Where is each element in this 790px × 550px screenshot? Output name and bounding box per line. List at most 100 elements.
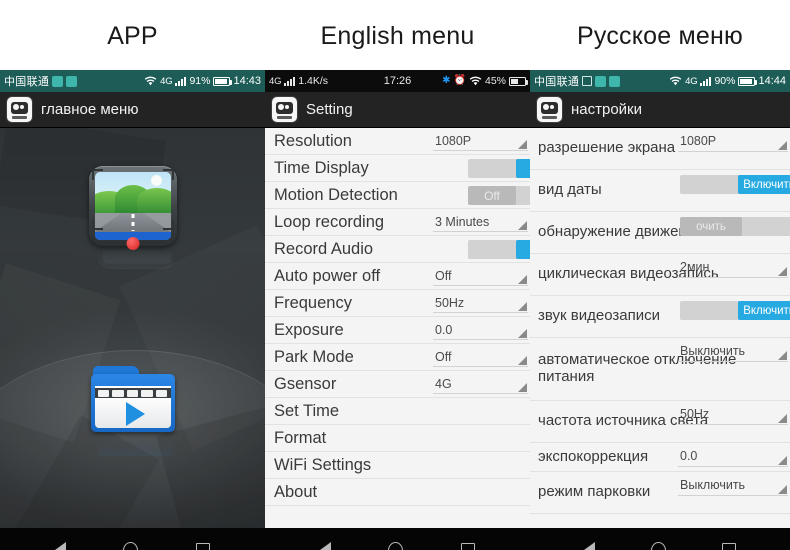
- home-icon[interactable]: [651, 541, 666, 550]
- settings-row-value: Off: [435, 269, 452, 283]
- settings-row-value: 3 Minutes: [435, 215, 490, 229]
- battery-icon: [738, 76, 758, 86]
- home-icon[interactable]: [388, 541, 404, 550]
- settings-row[interactable]: частота источника света 50Hz: [530, 401, 790, 443]
- settings-row-value: 0.0: [680, 449, 698, 463]
- settings-row-label: Resolution: [274, 131, 352, 150]
- live-view-slot[interactable]: [0, 166, 265, 273]
- settings-row[interactable]: режим парковки Выключить: [530, 472, 790, 514]
- settings-row[interactable]: Resolution 1080P: [265, 128, 530, 155]
- settings-row-label: Set Time: [274, 401, 340, 420]
- settings-row[interactable]: Gsensor 4G: [265, 371, 530, 398]
- settings-row[interactable]: Park Mode Off: [265, 344, 530, 371]
- network-type-label: 4G: [685, 75, 698, 87]
- signal-bars-icon: [175, 76, 187, 86]
- home-icon[interactable]: [123, 541, 139, 550]
- settings-toggle[interactable]: Off: [468, 186, 530, 205]
- battery-percent-label: 45%: [484, 75, 506, 87]
- settings-row-value: Выключить: [680, 344, 746, 358]
- settings-row-value: 0.0: [435, 323, 453, 337]
- settings-row[interactable]: звук видеозаписи Включить: [530, 296, 790, 338]
- settings-row-value: 1080P: [435, 134, 472, 148]
- settings-row-value: Выключить: [680, 478, 746, 492]
- settings-row[interactable]: WiFi Settings: [265, 452, 530, 479]
- settings-row-label: вид даты: [538, 181, 602, 199]
- back-icon[interactable]: [584, 542, 595, 550]
- status-box-icon: [582, 76, 593, 86]
- battery-percent-label: 91%: [189, 75, 211, 87]
- statusbar-left: 中国联通: [530, 73, 621, 89]
- video-gallery-slot[interactable]: [0, 366, 265, 467]
- settings-row-value: 4G: [435, 377, 452, 391]
- settings-row-label: обнаружение движения: [538, 223, 704, 241]
- settings-row[interactable]: Auto power off Off: [265, 263, 530, 290]
- settings-row-value: Off: [435, 350, 452, 364]
- bluetooth-icon: ✱: [442, 75, 451, 86]
- recents-icon[interactable]: [461, 543, 476, 550]
- recents-icon[interactable]: [196, 543, 211, 550]
- status-chip-icon-2: [609, 75, 621, 87]
- settings-row[interactable]: автоматическое отключение питания Выключи…: [530, 338, 790, 401]
- settings-list-russian[interactable]: разрешение экрана 1080P вид даты Включить об…: [530, 128, 790, 528]
- wifi-icon: [669, 76, 682, 86]
- back-icon[interactable]: [54, 542, 66, 550]
- settings-row[interactable]: циклическая видеозапись 2мин: [530, 254, 790, 296]
- play-icon: [125, 401, 145, 426]
- signal-bars-icon: [700, 76, 712, 86]
- settings-row[interactable]: разрешение экрана 1080P: [530, 128, 790, 170]
- status-chip-icon-2: [66, 75, 78, 87]
- settings-row-label: Park Mode: [274, 347, 354, 366]
- settings-list-english[interactable]: Resolution 1080P Time Display On Motion Dete…: [265, 128, 530, 528]
- recents-icon[interactable]: [722, 543, 736, 550]
- app-header-bar: главное меню: [0, 92, 265, 128]
- settings-toggle[interactable]: Включить: [680, 175, 790, 194]
- settings-row-label: Time Display: [274, 158, 369, 177]
- settings-header-bar: настройки: [530, 92, 790, 128]
- settings-row[interactable]: Format: [265, 425, 530, 452]
- settings-row-label: Format: [274, 428, 327, 447]
- statusbar-right: ✱ ⏰ 45%: [442, 70, 528, 92]
- panel-russian-menu: 中国联通 4G 90% 14:44 настройки разрешение э…: [530, 70, 790, 550]
- live-view-icon[interactable]: [88, 166, 177, 250]
- wifi-icon: [469, 76, 482, 86]
- battery-icon: [509, 76, 528, 86]
- settings-row[interactable]: About: [265, 479, 530, 506]
- network-type-label: 4G: [160, 75, 173, 87]
- settings-row[interactable]: Record Audio On: [265, 236, 530, 263]
- settings-row-label: разрешение экрана: [538, 139, 676, 157]
- settings-row[interactable]: Exposure 0.0: [265, 317, 530, 344]
- settings-row-label: Auto power off: [274, 266, 381, 285]
- settings-row[interactable]: Time Display On: [265, 155, 530, 182]
- settings-row[interactable]: Frequency 50Hz: [265, 290, 530, 317]
- settings-row-label: Loop recording: [274, 212, 385, 231]
- settings-row-value: 50Hz: [680, 407, 710, 421]
- navbar-app: [0, 528, 265, 550]
- battery-icon: [213, 76, 233, 86]
- settings-row-label: режим парковки: [538, 483, 651, 501]
- settings-toggle[interactable]: Включить: [680, 301, 790, 320]
- settings-row[interactable]: Set Time: [265, 398, 530, 425]
- settings-row[interactable]: Loop recording 3 Minutes: [265, 209, 530, 236]
- settings-row-label: экспокоррекция: [538, 447, 649, 465]
- settings-row-value: 1080P: [680, 134, 717, 148]
- app-home-screen: [0, 128, 265, 528]
- video-gallery-icon[interactable]: [90, 366, 175, 440]
- back-icon[interactable]: [319, 542, 331, 550]
- settings-toggle[interactable]: On: [468, 159, 530, 178]
- settings-row[interactable]: обнаружение движения очить: [530, 212, 790, 254]
- settings-row-label: About: [274, 482, 318, 501]
- settings-row[interactable]: Motion Detection Off: [265, 182, 530, 209]
- settings-row-value: 50Hz: [435, 296, 465, 310]
- dashcam-app-icon: [7, 97, 32, 122]
- clock-label: 14:43: [233, 75, 261, 87]
- statusbar-right: 4G 90% 14:44: [669, 70, 786, 92]
- settings-row[interactable]: вид даты Включить: [530, 170, 790, 212]
- settings-header-title: Setting: [306, 101, 353, 118]
- settings-row[interactable]: экспокоррекция 0.0: [530, 443, 790, 472]
- screenshot-root: APP English menu Русское меню 中国联通 4G 91…: [0, 0, 790, 550]
- wifi-icon: [144, 76, 157, 86]
- carrier-label: 中国联通: [4, 76, 50, 88]
- settings-toggle[interactable]: очить: [680, 217, 790, 236]
- settings-toggle[interactable]: On: [468, 240, 530, 259]
- video-gallery-reflection: [93, 403, 173, 467]
